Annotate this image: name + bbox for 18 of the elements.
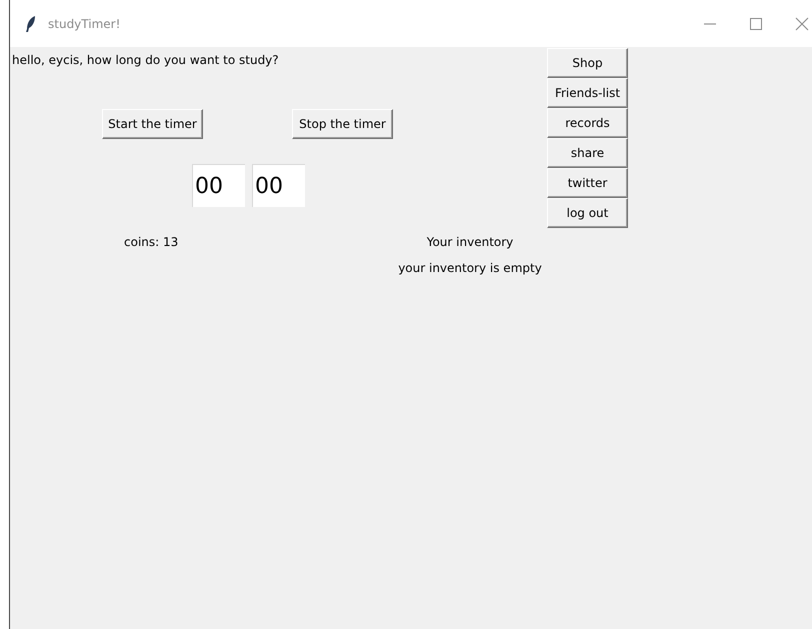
maximize-icon[interactable] bbox=[748, 16, 764, 32]
stop-timer-button[interactable]: Stop the timer bbox=[292, 109, 393, 139]
close-icon[interactable] bbox=[794, 16, 810, 32]
inventory-status: your inventory is empty bbox=[398, 261, 542, 275]
minutes-field[interactable]: 00 bbox=[252, 164, 305, 207]
window-title: studyTimer! bbox=[48, 16, 120, 30]
menu-button[interactable]: Shop bbox=[547, 48, 628, 78]
feather-icon bbox=[26, 16, 36, 32]
start-timer-button[interactable]: Start the timer bbox=[102, 109, 203, 139]
menu-button[interactable]: share bbox=[547, 138, 628, 168]
greeting-text: hello, eycis, how long do you want to study? bbox=[12, 53, 279, 67]
inventory-heading: Your inventory bbox=[426, 235, 514, 249]
menu-button[interactable]: Friends-list bbox=[547, 78, 628, 108]
coins-text: coins: 13 bbox=[124, 235, 178, 249]
menu-button[interactable]: records bbox=[547, 108, 628, 138]
menu-button[interactable]: twitter bbox=[547, 168, 628, 198]
menu-button[interactable]: log out bbox=[547, 198, 628, 228]
hours-field[interactable]: 00 bbox=[192, 164, 245, 207]
